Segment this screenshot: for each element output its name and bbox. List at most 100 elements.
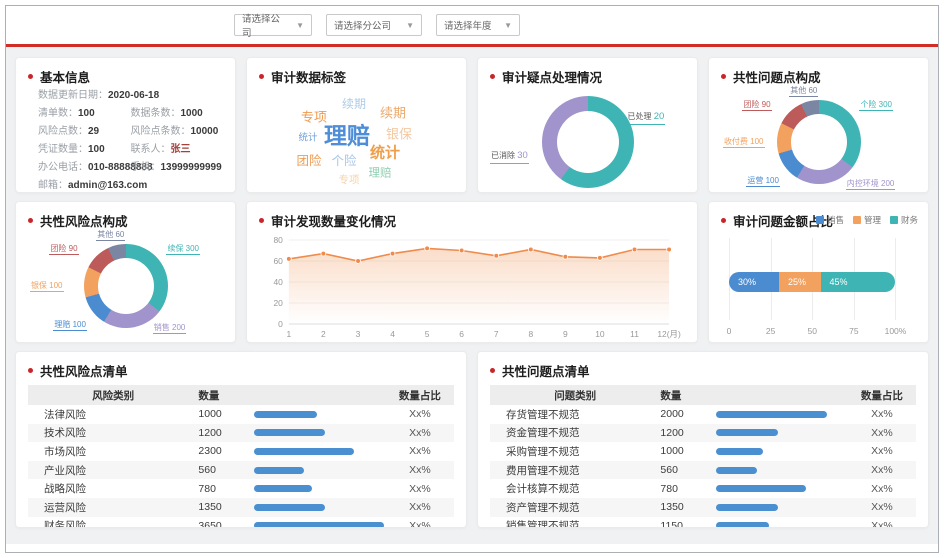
filter-bar: 请选择公司 ▼ 请选择分公司 ▼ 请选择年度 ▼ — [6, 6, 938, 44]
count-bar — [254, 504, 325, 511]
svg-text:20: 20 — [273, 298, 283, 308]
count-bar — [716, 467, 757, 474]
svg-text:7: 7 — [494, 329, 499, 339]
dashboard-page: 请选择公司 ▼ 请选择分公司 ▼ 请选择年度 ▼ 基本信息 数据更新日期：202… — [0, 0, 944, 558]
table-header-row: 问题类别 数量 数量占比 — [490, 385, 916, 405]
tag-word: 专项 — [339, 175, 360, 186]
legend-item[interactable]: 财务 — [890, 214, 918, 226]
table-row: 运营风险1350Xx% — [28, 498, 454, 517]
panel-title: 共性风险点清单 — [40, 361, 128, 380]
table-body: 存货管理不规范2000Xx%资金管理不规范1200Xx%采购管理不规范1000X… — [490, 405, 916, 528]
problem-list-table: 问题类别 数量 数量占比 存货管理不规范2000Xx%资金管理不规范1200Xx… — [490, 385, 916, 528]
svg-text:9: 9 — [563, 329, 568, 339]
tag-word: 统计 — [370, 146, 400, 161]
pie-label: 已处理 20 — [627, 112, 666, 125]
tag-word: 统计 — [298, 133, 317, 143]
tag-word: 续期 — [342, 98, 366, 110]
panel-title: 审计发现数量变化情况 — [271, 211, 396, 230]
doubt-donut-chart: 已处理 20 已消除 30 — [490, 86, 685, 193]
svg-text:6: 6 — [459, 329, 464, 339]
svg-text:4: 4 — [390, 329, 395, 339]
pie-label: 其他 60 — [789, 86, 818, 97]
pie-label: 团险 90 — [742, 100, 771, 111]
count-bar — [716, 448, 764, 455]
info-field: 联系人：张三 — [131, 144, 224, 156]
table-row: 资金管理不规范1200Xx% — [490, 424, 916, 443]
bullet-icon — [490, 74, 495, 79]
svg-text:60: 60 — [273, 256, 283, 266]
info-field: 凭证数量：100 — [38, 144, 131, 156]
donut-ring — [777, 100, 861, 184]
pie-label: 已消除 30 — [490, 151, 529, 164]
info-field: 风险点数：29 — [38, 126, 131, 138]
company-select-label: 请选择公司 — [242, 11, 288, 39]
info-field: 数据更新日期：2020-06-18 — [38, 90, 223, 102]
tag-word: 银保 — [386, 128, 412, 141]
table-row: 财务风险3650Xx% — [28, 517, 454, 528]
panel-header: 共性风险点清单 — [28, 360, 454, 380]
col-header-ratio: 数量占比 — [848, 388, 916, 403]
pie-label: 个险 300 — [859, 100, 893, 111]
table-row: 产业风险560Xx% — [28, 461, 454, 480]
stacked-bar: 30%25%45% — [729, 272, 895, 292]
bullet-icon — [721, 74, 726, 79]
table-body: 法律风险1000Xx%技术风险1200Xx%市场风险2300Xx%产业风险560… — [28, 405, 454, 528]
tag-word: 理赔 — [369, 168, 392, 180]
bullet-icon — [490, 368, 495, 373]
panel-risk-list: 共性风险点清单 风险类别 数量 数量占比 法律风险1000Xx%技术风险1200… — [15, 351, 467, 528]
company-select[interactable]: 请选择公司 ▼ — [234, 14, 312, 36]
panel-header: 审计数据标签 — [259, 66, 454, 86]
count-bar — [254, 429, 325, 436]
svg-text:80: 80 — [273, 235, 283, 245]
pie-label: 销售 200 — [153, 323, 187, 334]
legend-item[interactable]: 销售 — [816, 214, 844, 226]
panel-amount-ratio: 审计问题金额占比 销售管理财务 30%25%45%0255075100% — [708, 201, 929, 343]
amount-legend: 销售管理财务 — [816, 214, 918, 226]
panel-header: 审计疑点处理情况 — [490, 66, 685, 86]
donut-ring — [542, 96, 634, 188]
panel-title: 审计疑点处理情况 — [502, 67, 602, 86]
legend-swatch-icon — [816, 216, 824, 224]
table-row: 法律风险1000Xx% — [28, 405, 454, 424]
pie-label: 收付费 100 — [723, 137, 765, 148]
col-header-count: 数量 — [660, 388, 715, 403]
col-header-category: 问题类别 — [490, 388, 660, 403]
table-row: 销售管理不规范1150Xx% — [490, 517, 916, 528]
pie-label: 内控环境 200 — [846, 179, 896, 190]
bullet-icon — [28, 218, 33, 223]
panel-title: 审计数据标签 — [271, 67, 346, 86]
table-header-row: 风险类别 数量 数量占比 — [28, 385, 454, 405]
basic-info-fields: 数据更新日期：2020-06-18清单数：100数据条数：1000风险点数：29… — [28, 90, 223, 192]
bullet-icon — [259, 218, 264, 223]
count-bar — [716, 485, 806, 492]
legend-item[interactable]: 管理 — [853, 214, 881, 226]
panel-header: 共性风险点构成 — [28, 210, 223, 230]
svg-text:11: 11 — [630, 329, 639, 339]
bullet-icon — [28, 74, 33, 79]
pie-label: 其他 60 — [96, 230, 125, 241]
svg-text:12(月): 12(月) — [657, 329, 681, 339]
panel-problem-mix: 共性问题点构成 个险 300内控环境 200运营 100收付费 100团险 90… — [708, 57, 929, 193]
info-field: 手机：13999999999 — [131, 162, 224, 174]
tag-word: 团险 — [296, 155, 321, 168]
branch-select[interactable]: 请选择分公司 ▼ — [326, 14, 422, 36]
table-row: 资产管理不规范1350Xx% — [490, 498, 916, 517]
info-field: 清单数：100 — [38, 108, 131, 120]
tag-word-cloud: 续期续期专项统计理赔银保统计团险个险理赔专项 — [259, 88, 454, 193]
app-frame: 请选择公司 ▼ 请选择分公司 ▼ 请选择年度 ▼ 基本信息 数据更新日期：202… — [5, 5, 939, 553]
panel-risk-mix: 共性风险点构成 续保 300销售 200理赔 100银保 100团险 90其他 … — [15, 201, 236, 343]
pie-label: 续保 300 — [166, 244, 200, 255]
panel-problem-list: 共性问题点清单 问题类别 数量 数量占比 存货管理不规范2000Xx%资金管理不… — [477, 351, 929, 528]
svg-text:3: 3 — [356, 329, 361, 339]
panel-basic-info: 基本信息 数据更新日期：2020-06-18清单数：100数据条数：1000风险… — [15, 57, 236, 193]
pie-label: 团险 90 — [49, 244, 78, 255]
year-select-label: 请选择年度 — [444, 18, 492, 32]
year-select[interactable]: 请选择年度 ▼ — [436, 14, 520, 36]
trend-line-chart: 020406080123456789101112(月) — [259, 232, 685, 340]
pie-label: 理赔 100 — [53, 320, 87, 331]
tag-word: 个险 — [331, 155, 356, 168]
tag-word: 理赔 — [324, 125, 370, 148]
risk-list-table: 风险类别 数量 数量占比 法律风险1000Xx%技术风险1200Xx%市场风险2… — [28, 385, 454, 528]
panel-trend: 审计发现数量变化情况 020406080123456789101112(月) — [246, 201, 698, 343]
bullet-icon — [721, 218, 726, 223]
